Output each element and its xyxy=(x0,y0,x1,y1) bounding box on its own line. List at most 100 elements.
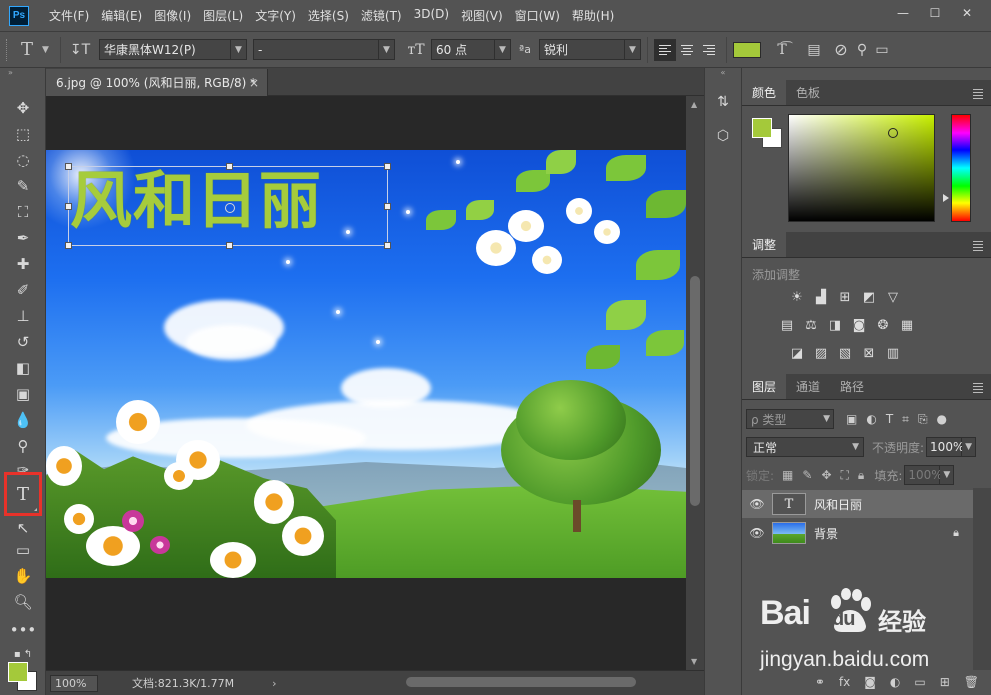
rectangle-tool-icon[interactable]: ▭ xyxy=(10,538,36,562)
filter-toggle-icon[interactable]: ● xyxy=(937,412,947,427)
filter-type-icon[interactable]: T xyxy=(886,412,893,427)
canvas-area[interactable]: 风和日丽 xyxy=(46,96,686,670)
preset-dropdown-icon[interactable]: ▼ xyxy=(42,45,54,55)
warp-text-icon[interactable]: T͡ xyxy=(765,42,799,58)
tab-adjustments[interactable]: 调整 xyxy=(742,232,787,257)
type-tool-icon[interactable]: T xyxy=(4,472,42,516)
align-right-button[interactable] xyxy=(698,39,720,61)
brush-tool-icon[interactable]: ✐ xyxy=(10,278,36,302)
blend-mode-select[interactable]: 正常 ▼ xyxy=(746,437,864,457)
zoom-tool-icon[interactable]: 🔍︎ xyxy=(10,590,36,614)
opacity-dropdown-icon[interactable]: ▼ xyxy=(962,437,977,457)
workspace-icon[interactable]: ▭ xyxy=(871,42,893,58)
align-left-button[interactable] xyxy=(654,38,676,61)
selective-color-icon[interactable]: ⊠ xyxy=(860,344,878,362)
posterize-icon[interactable]: ▨ xyxy=(812,344,830,362)
color-picker-ring[interactable] xyxy=(888,128,898,138)
brightness-contrast-icon[interactable]: ☀ xyxy=(788,288,806,306)
fill-dropdown-icon[interactable]: ▼ xyxy=(940,465,955,485)
black-white-icon[interactable]: ◨ xyxy=(826,316,844,334)
zoom-field[interactable]: 100% xyxy=(50,674,98,692)
foreground-color-swatch[interactable] xyxy=(8,662,28,682)
tab-swatches[interactable]: 色板 xyxy=(786,80,830,105)
menu-3d[interactable]: 3D(D) xyxy=(408,7,455,24)
lock-artboard-icon[interactable]: ⛶ xyxy=(841,468,849,483)
eyedropper-tool-icon[interactable]: ✒ xyxy=(10,226,36,250)
font-size-select[interactable]: 60 点 ▼ xyxy=(431,39,511,60)
path-select-tool-icon[interactable]: ↖ xyxy=(10,516,36,540)
menu-layer[interactable]: 图层(L) xyxy=(197,7,249,24)
panel-menu-icon[interactable] xyxy=(973,241,983,251)
levels-icon[interactable]: ▟ xyxy=(812,288,830,306)
toolbar-collapse-icon[interactable]: » xyxy=(0,68,45,80)
character-panel-icon[interactable]: ▤ xyxy=(799,42,829,58)
font-style-select[interactable]: - ▼ xyxy=(253,39,395,60)
status-menu-arrow-icon[interactable]: › xyxy=(272,677,276,690)
fill-field[interactable]: 100% xyxy=(904,465,943,485)
3d-panel-icon[interactable]: ⬡ xyxy=(711,124,735,148)
close-window-button[interactable]: ✕ xyxy=(951,2,983,24)
type-tool-preset-icon[interactable]: T xyxy=(12,39,42,60)
transform-handle[interactable] xyxy=(384,203,391,210)
blur-tool-icon[interactable]: 💧 xyxy=(10,408,36,432)
tab-layers[interactable]: 图层 xyxy=(742,374,787,399)
search-icon[interactable]: ⚲ xyxy=(853,42,871,58)
panel-menu-icon[interactable] xyxy=(973,89,983,99)
font-family-select[interactable]: 华康黑体W12(P) ▼ xyxy=(99,39,247,60)
layers-scrollbar[interactable] xyxy=(973,488,991,670)
filter-shape-icon[interactable]: ⌗ xyxy=(902,412,909,427)
dodge-tool-icon[interactable]: ⚲ xyxy=(10,434,36,458)
panel-menu-icon[interactable] xyxy=(973,383,983,393)
close-tab-icon[interactable]: × xyxy=(249,76,259,90)
crop-tool-icon[interactable]: ⛶ xyxy=(10,200,36,224)
transform-handle[interactable] xyxy=(65,203,72,210)
lock-transparent-icon[interactable]: ▦ xyxy=(782,468,793,483)
filter-adjustment-icon[interactable]: ◐ xyxy=(866,412,876,427)
layer-kind-filter[interactable]: ρ 类型 ▼ xyxy=(746,409,834,429)
menu-filter[interactable]: 滤镜(T) xyxy=(355,7,408,24)
transform-handle[interactable] xyxy=(65,242,72,249)
menu-image[interactable]: 图像(I) xyxy=(148,7,197,24)
healing-brush-tool-icon[interactable]: ✚ xyxy=(10,252,36,276)
quick-select-tool-icon[interactable]: ✎ xyxy=(10,174,36,198)
opacity-field[interactable]: 100% xyxy=(926,437,964,457)
move-tool-icon[interactable]: ✥ xyxy=(10,96,36,120)
filter-smart-object-icon[interactable]: ⎘ xyxy=(918,412,928,427)
visibility-eye-icon[interactable]: 👁︎ xyxy=(742,497,772,511)
layer-row-text[interactable]: 👁︎ T 风和日丽 xyxy=(742,490,973,518)
channel-mixer-icon[interactable]: ❂ xyxy=(874,316,892,334)
more-tools-icon[interactable]: ••• xyxy=(10,618,37,642)
maximize-button[interactable]: ☐ xyxy=(919,2,951,24)
threshold-icon[interactable]: ▧ xyxy=(836,344,854,362)
hue-slider[interactable] xyxy=(951,114,971,222)
menu-edit[interactable]: 编辑(E) xyxy=(95,7,148,24)
layer-row-background[interactable]: 👁︎ 背景 🔒︎ xyxy=(742,519,973,547)
menu-type[interactable]: 文字(Y) xyxy=(249,7,302,24)
clone-stamp-tool-icon[interactable]: ⊥ xyxy=(10,304,36,328)
visibility-eye-icon[interactable]: 👁︎ xyxy=(742,526,772,540)
text-color-swatch[interactable] xyxy=(733,41,761,58)
transform-handle[interactable] xyxy=(384,242,391,249)
lock-pixels-icon[interactable]: ✎ xyxy=(802,468,812,483)
vibrance-icon[interactable]: ▽ xyxy=(884,288,902,306)
scrollbar-thumb[interactable] xyxy=(690,276,700,506)
strip-collapse-icon[interactable]: « xyxy=(705,68,741,80)
color-field[interactable] xyxy=(788,114,935,222)
history-brush-tool-icon[interactable]: ↺ xyxy=(10,330,36,354)
tab-channels[interactable]: 通道 xyxy=(786,374,830,399)
minimize-button[interactable]: — xyxy=(887,2,919,24)
invert-icon[interactable]: ◪ xyxy=(788,344,806,362)
eraser-tool-icon[interactable]: ◧ xyxy=(10,356,36,380)
transform-handle[interactable] xyxy=(226,242,233,249)
transform-handle[interactable] xyxy=(65,163,72,170)
tab-paths[interactable]: 路径 xyxy=(830,374,874,399)
menu-file[interactable]: 文件(F) xyxy=(43,7,95,24)
transform-handle[interactable] xyxy=(226,163,233,170)
menu-select[interactable]: 选择(S) xyxy=(302,7,355,24)
document-tab[interactable]: 6.jpg @ 100% (风和日丽, RGB/8) * × xyxy=(46,69,268,96)
lasso-tool-icon[interactable]: ◌ xyxy=(10,148,36,172)
lock-position-icon[interactable]: ✥ xyxy=(821,468,831,483)
color-lookup-icon[interactable]: ▦ xyxy=(898,316,916,334)
hand-tool-icon[interactable]: ✋ xyxy=(10,564,36,588)
menu-help[interactable]: 帮助(H) xyxy=(566,7,620,24)
